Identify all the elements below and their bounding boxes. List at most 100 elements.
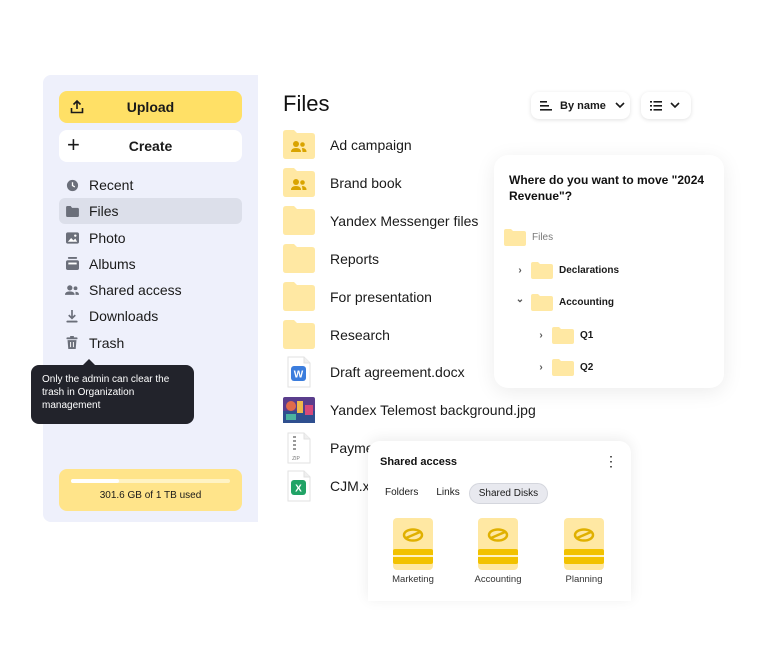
move-question: Where do you want to move "2024 Revenue"… <box>509 173 705 203</box>
file-row[interactable]: Ad campaign <box>283 129 412 161</box>
sidebar-item-label: Recent <box>89 177 134 193</box>
sidebar-item-label: Downloads <box>89 308 159 325</box>
download-icon <box>65 309 79 323</box>
shared-disk-marketing[interactable]: Marketing <box>378 518 448 585</box>
file-row[interactable]: X CJM.x <box>283 470 370 502</box>
file-row[interactable]: ZIP Payme <box>283 432 374 464</box>
trash-tooltip: Only the admin can clear the trash in Or… <box>31 359 194 424</box>
storage-indicator[interactable]: 301.6 GB of 1 TB used <box>59 469 242 511</box>
sidebar-item-shared-access[interactable]: Shared access <box>59 277 242 303</box>
shared-disk-icon <box>393 518 433 570</box>
more-menu-icon[interactable]: ⋮ <box>604 453 618 470</box>
tree-item-q1[interactable]: › Q1 <box>534 326 593 344</box>
tree-root-files[interactable]: Files <box>504 228 553 246</box>
view-mode-dropdown[interactable] <box>641 92 691 119</box>
folder-icon <box>531 294 553 311</box>
file-name: For presentation <box>330 289 432 305</box>
sidebar-item-photo[interactable]: Photo <box>59 225 242 251</box>
zip-label: ZIP <box>292 456 300 462</box>
tab-links[interactable]: Links <box>427 483 468 504</box>
file-name: Reports <box>330 251 380 267</box>
file-row[interactable]: Yandex Messenger files <box>283 205 478 237</box>
tree-item-accounting[interactable]: ⌄ Accounting <box>513 293 614 311</box>
sidebar-item-files[interactable]: Files <box>59 198 242 225</box>
sort-icon <box>540 100 552 111</box>
tree-label: Q2 <box>580 361 594 373</box>
sidebar-item-recent[interactable]: Recent <box>59 172 242 198</box>
shared-disk-accounting[interactable]: Accounting <box>463 518 533 585</box>
folder-icon <box>504 229 526 246</box>
tree-item-declarations[interactable]: › Declarations <box>513 261 619 279</box>
storage-bar <box>71 479 230 483</box>
tooltip-text: Only the admin can clear the trash in Or… <box>42 374 170 411</box>
folder-icon <box>283 243 315 275</box>
docx-file-icon: W <box>283 356 315 388</box>
tree-item-q2[interactable]: › Q2 <box>534 358 593 376</box>
xlsx-letter: X <box>295 484 302 495</box>
docx-letter: W <box>294 370 304 381</box>
shared-disk-planning[interactable]: Planning <box>549 518 619 585</box>
file-name: CJM.x <box>330 478 370 494</box>
tree-label: Files <box>532 231 554 243</box>
shared-disk-icon <box>564 518 604 570</box>
chevron-down-icon <box>670 102 680 109</box>
sidebar-nav: Recent Files Photo Albums Shared access … <box>59 172 242 356</box>
sidebar: Upload + Create Recent Files Photo Album… <box>43 75 258 522</box>
file-row[interactable]: Yandex Telemost background.jpg <box>283 394 536 426</box>
storage-text: 301.6 GB of 1 TB used <box>99 490 202 501</box>
upload-icon <box>70 99 84 114</box>
disk-label: Accounting <box>474 574 522 585</box>
create-button[interactable]: + Create <box>59 130 242 162</box>
users-icon <box>65 283 79 297</box>
folder-icon <box>283 205 315 237</box>
sidebar-item-label: Shared access <box>89 282 182 299</box>
folder-icon <box>283 281 315 313</box>
folder-icon <box>531 262 553 279</box>
file-row[interactable]: W Draft agreement.docx <box>283 356 465 388</box>
chevron-right-icon[interactable]: › <box>513 265 527 276</box>
tree-label: Q1 <box>580 329 594 341</box>
image-thumbnail <box>283 394 315 426</box>
zip-file-icon: ZIP <box>283 432 315 464</box>
image-icon <box>65 231 79 245</box>
album-icon <box>65 257 79 271</box>
sidebar-item-albums[interactable]: Albums <box>59 251 242 277</box>
file-name: Yandex Telemost background.jpg <box>330 402 536 418</box>
file-row[interactable]: Reports <box>283 243 379 275</box>
sort-label: By name <box>560 99 606 112</box>
shared-tabs: Folders Links Shared Disks <box>376 483 549 504</box>
trash-icon <box>65 336 79 350</box>
page-title: Files <box>283 91 330 116</box>
file-row[interactable]: Brand book <box>283 167 402 199</box>
create-label: Create <box>128 138 173 154</box>
file-name: Draft agreement.docx <box>330 364 465 380</box>
file-name: Brand book <box>330 175 402 191</box>
shared-panel-title: Shared access <box>380 456 458 468</box>
upload-button[interactable]: Upload <box>59 91 242 123</box>
file-name: Ad campaign <box>330 137 412 153</box>
file-name: Yandex Messenger files <box>330 213 479 229</box>
folder-icon <box>283 319 315 351</box>
sort-dropdown[interactable]: By name <box>531 92 630 119</box>
file-row[interactable]: Research <box>283 319 390 351</box>
file-name: Research <box>330 327 390 343</box>
shared-disk-icon <box>478 518 518 570</box>
folder-icon <box>552 359 574 376</box>
sidebar-item-downloads[interactable]: Downloads <box>59 303 242 329</box>
chevron-right-icon[interactable]: › <box>534 330 548 341</box>
tree-label: Accounting <box>559 296 614 308</box>
folder-icon <box>65 204 79 218</box>
tab-folders[interactable]: Folders <box>376 483 427 504</box>
sidebar-item-label: Photo <box>89 229 126 246</box>
sidebar-item-label: Albums <box>89 255 136 272</box>
plus-icon: + <box>67 132 80 157</box>
chevron-down-icon[interactable]: ⌄ <box>513 294 527 305</box>
sidebar-item-trash[interactable]: Trash <box>59 330 242 356</box>
shared-access-panel: Shared access ⋮ Folders Links Shared Dis… <box>368 441 631 601</box>
folder-icon <box>552 327 574 344</box>
list-view-icon <box>650 100 662 111</box>
tab-shared-disks[interactable]: Shared Disks <box>468 483 549 504</box>
chevron-right-icon[interactable]: › <box>534 362 548 373</box>
chevron-down-icon <box>615 102 625 109</box>
file-row[interactable]: For presentation <box>283 281 432 313</box>
